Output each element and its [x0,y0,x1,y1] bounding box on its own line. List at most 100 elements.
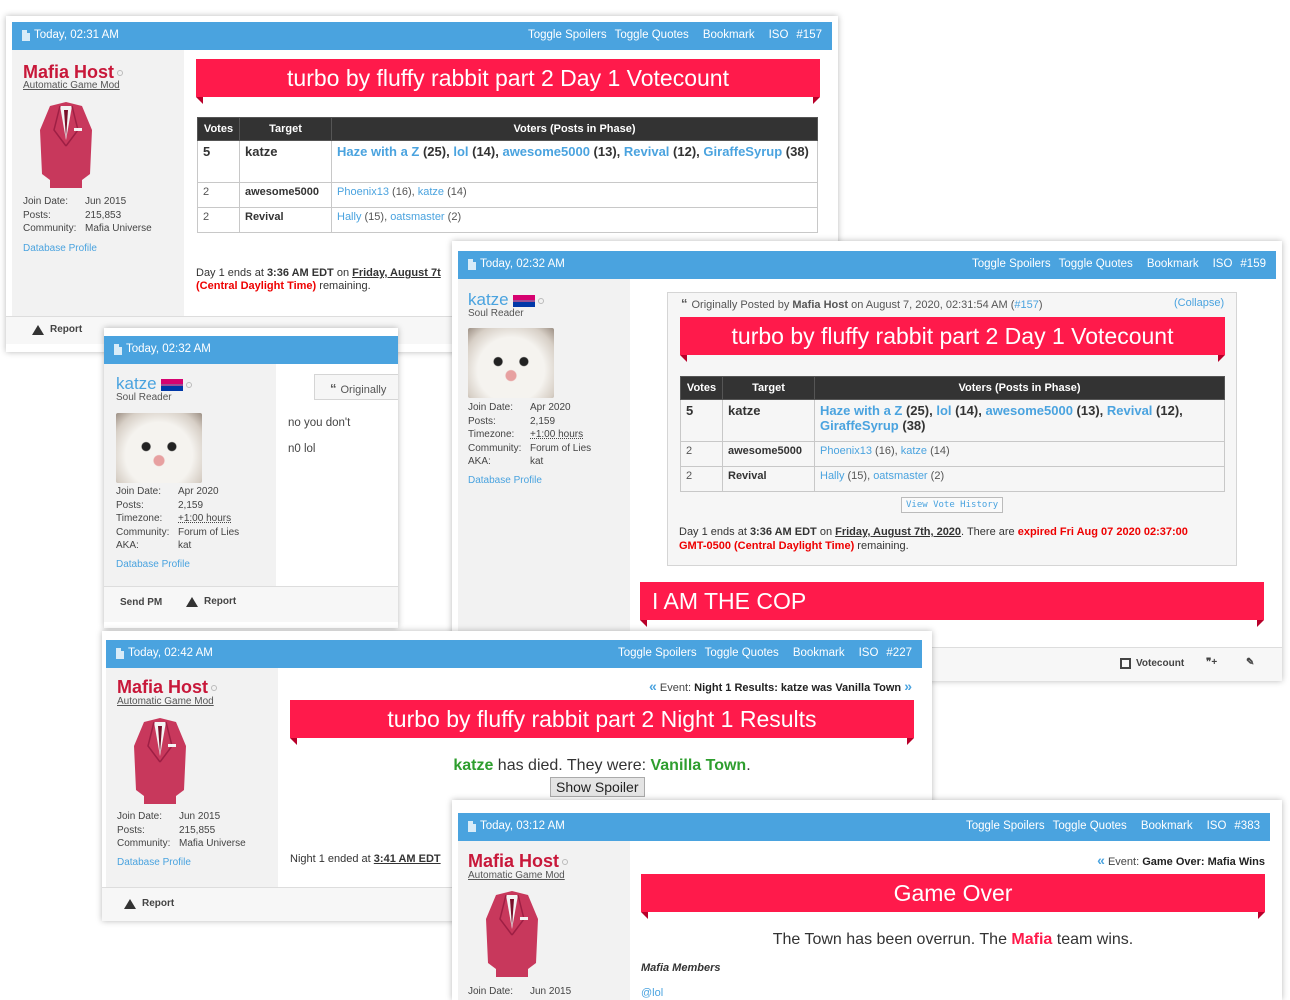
view-vote-history-button[interactable]: View Vote History [901,497,1004,513]
bookmark-link[interactable]: Bookmark [1141,820,1193,832]
prev-event-icon[interactable]: « [649,678,657,694]
quote-author[interactable]: Mafia Host [792,299,848,311]
report-button[interactable]: Report [186,596,236,607]
report-button[interactable]: Report [32,324,82,335]
voters-cell: Haze with a Z (25), lol (14), awesome500… [814,399,1225,442]
post-header: Today, 03:12 AM Toggle Spoilers Toggle Q… [458,813,1270,841]
post-header: Today, 02:42 AM Toggle Spoilers Toggle Q… [106,640,922,668]
toggle-quotes-link[interactable]: Toggle Quotes [1053,820,1127,832]
quote-icon: “ [681,296,688,311]
edit-button[interactable]: ✎ [1246,657,1254,668]
game-over-banner: Game Over [641,874,1265,919]
day-end-note: Day 1 ends at 3:36 AM EDT on Friday, Aug… [679,526,1188,552]
user-stats: Join Date: Apr 2020 Posts: 2,159 Timezone:… [116,486,240,551]
votecount-table: Votes Target Voters (Posts in Phase) 5 k… [197,117,818,233]
votecount-table: Votes Target Voters (Posts in Phase) 5 k… [680,376,1225,492]
votecount-button[interactable]: Votecount [1120,658,1184,669]
toggle-spoilers-link[interactable]: Toggle Spoilers [972,258,1051,270]
mafia-members-label: Mafia Members [641,962,721,974]
toggle-spoilers-link[interactable]: Toggle Spoilers [528,29,607,41]
post-text-line: no you don't [288,417,351,429]
iso-link[interactable]: ISO [769,29,789,41]
prev-event-icon[interactable]: « [1097,852,1105,868]
edit-icon[interactable]: ✎ [1246,657,1254,668]
post-date: Today, 02:32 AM [126,343,211,355]
offline-status-icon [537,297,544,304]
member-link[interactable]: @lol [641,987,663,999]
iso-link[interactable]: ISO [859,647,879,659]
username[interactable]: katze [468,290,544,310]
voters-cell: Phoenix13 (16), katze (14) [331,182,818,208]
post-number-link[interactable]: #383 [1234,820,1260,832]
toggle-quotes-link[interactable]: Toggle Quotes [705,647,779,659]
col-votes: Votes [680,376,723,400]
multiquote-button[interactable]: ❞+ [1206,657,1217,668]
table-row: 5 katze Haze with a Z (25), lol (14), aw… [197,140,818,183]
post-number-link[interactable]: #227 [886,647,912,659]
quote-icon: “ [330,381,337,396]
user-title[interactable]: Automatic Game Mod [117,696,214,707]
voters-cell: Haze with a Z (25), lol (14), awesome500… [331,140,818,183]
iso-link[interactable]: ISO [1213,258,1233,270]
toggle-quotes-link[interactable]: Toggle Quotes [1059,258,1133,270]
user-title[interactable]: Automatic Game Mod [468,870,565,881]
database-profile-link[interactable]: Database Profile [117,857,191,868]
quote-block: “Originally [314,374,398,400]
cat-avatar [116,413,202,483]
user-stats: Join Date: Jun 2015 [468,986,572,997]
user-title: Soul Reader [468,308,524,319]
username[interactable]: katze [116,374,192,394]
post-date: Today, 02:32 AM [480,258,565,270]
user-stats: Join Date: Apr 2020 Posts: 2,159 Timezone:… [468,402,592,467]
votecount-banner: turbo by fluffy rabbit part 2 Day 1 Vote… [196,59,820,104]
post-header: Today, 02:32 AM [104,336,398,364]
offline-status-icon [117,70,124,77]
user-title: Soul Reader [116,392,172,403]
report-button[interactable]: Report [124,898,174,909]
iso-link[interactable]: ISO [1207,820,1227,832]
quote-plus-icon[interactable]: ❞+ [1206,657,1217,668]
post-number-link[interactable]: #159 [1240,258,1266,270]
collapse-link[interactable]: (Collapse) [1174,297,1224,309]
bookmark-link[interactable]: Bookmark [703,29,755,41]
post-number-link[interactable]: #157 [796,29,822,41]
col-voters: Voters (Posts in Phase) [331,117,818,141]
show-spoiler-button[interactable]: Show Spoiler [550,777,645,797]
post-icon [114,343,122,355]
username[interactable]: Mafia Host [468,851,569,872]
post-383: Today, 03:12 AM Toggle Spoilers Toggle Q… [452,800,1282,1000]
send-pm-button[interactable]: Send PM [120,597,162,608]
event-breadcrumb: « Event: Night 1 Results: katze was Vani… [649,678,912,694]
toggle-spoilers-link[interactable]: Toggle Spoilers [618,647,697,659]
database-profile-link[interactable]: Database Profile [468,475,542,486]
voters-cell: Phoenix13 (16), katze (14) [814,441,1225,467]
table-row: 2 Revival Hally (15), oatsmaster (2) [680,466,1225,492]
table-row: 2 Revival Hally (15), oatsmaster (2) [197,207,818,233]
warning-icon [186,596,198,607]
user-stats: Join Date: Jun 2015 Posts: 215,855 Communi… [117,811,246,849]
col-target: Target [239,117,332,141]
post-header: Today, 02:31 AM Toggle Spoilers Toggle Q… [12,22,832,50]
bookmark-link[interactable]: Bookmark [793,647,845,659]
votecount-banner: turbo by fluffy rabbit part 2 Day 1 Vote… [680,317,1225,362]
quote-post-link[interactable]: #157 [1014,299,1038,311]
toggle-spoilers-link[interactable]: Toggle Spoilers [966,820,1045,832]
post-icon [468,258,476,270]
table-row: 2 awesome5000 Phoenix13 (16), katze (14) [680,441,1225,467]
post-date: Today, 02:31 AM [34,29,119,41]
next-event-icon[interactable]: » [904,678,912,694]
username[interactable]: Mafia Host [117,677,218,698]
bisexual-flag-icon [160,378,183,391]
post-date: Today, 02:42 AM [128,647,213,659]
database-profile-link[interactable]: Database Profile [23,243,97,254]
voters-cell: Hally (15), oatsmaster (2) [331,207,818,233]
post-icon [116,647,124,659]
post-icon [468,820,476,832]
user-title[interactable]: Automatic Game Mod [23,80,120,91]
night-end-note: Night 1 ended at 3:41 AM EDT [290,853,441,865]
warning-icon [124,898,136,909]
bookmark-link[interactable]: Bookmark [1147,258,1199,270]
post-text-line: n0 lol [288,443,316,455]
database-profile-link[interactable]: Database Profile [116,559,190,570]
toggle-quotes-link[interactable]: Toggle Quotes [615,29,689,41]
